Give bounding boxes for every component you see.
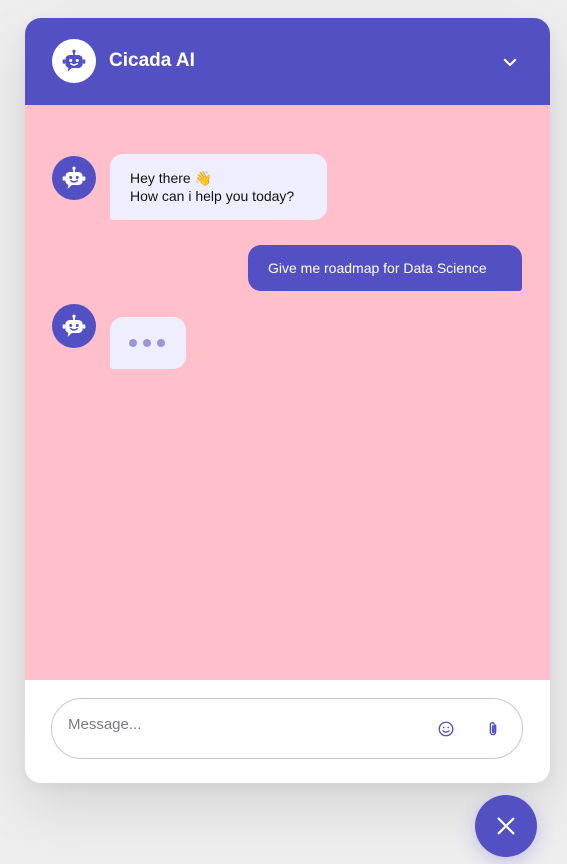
chevron-down-icon: [503, 58, 517, 66]
bot-message-bubble: Hey there 👋 How can i help you today?: [110, 154, 327, 220]
close-icon: [497, 817, 515, 835]
bot-message-line: Hey there 👋: [130, 170, 213, 186]
chat-title: Cicada AI: [109, 50, 195, 71]
bot-avatar: [52, 304, 96, 348]
message-input[interactable]: [68, 708, 408, 740]
attach-file-button[interactable]: [482, 718, 504, 740]
smiley-icon: [438, 721, 454, 737]
robot-icon: [62, 314, 86, 337]
robot-icon: [62, 49, 86, 72]
typing-dots: [129, 339, 167, 347]
typing-indicator: [110, 317, 186, 369]
chatbot-toggle-button[interactable]: [475, 795, 537, 857]
bot-avatar: [52, 156, 96, 200]
bot-message-line: How can i help you today?: [130, 188, 295, 204]
chat-footer: [25, 680, 550, 783]
header-avatar: [52, 39, 96, 83]
typing-dot: [129, 339, 137, 347]
typing-dot: [143, 339, 151, 347]
robot-icon: [62, 166, 86, 189]
message-composer: [51, 698, 523, 759]
chat-body: Hey there 👋 How can i help you today? Gi…: [25, 105, 550, 680]
collapse-chat-button[interactable]: [494, 46, 526, 78]
chatbot-popup: Cicada AI Hey there 👋 How can i help you…: [25, 18, 550, 783]
emoji-button[interactable]: [435, 718, 457, 740]
typing-dot: [157, 339, 165, 347]
user-message-bubble: Give me roadmap for Data Science: [248, 245, 522, 291]
chat-header: Cicada AI: [25, 18, 550, 105]
paperclip-icon: [489, 721, 497, 736]
